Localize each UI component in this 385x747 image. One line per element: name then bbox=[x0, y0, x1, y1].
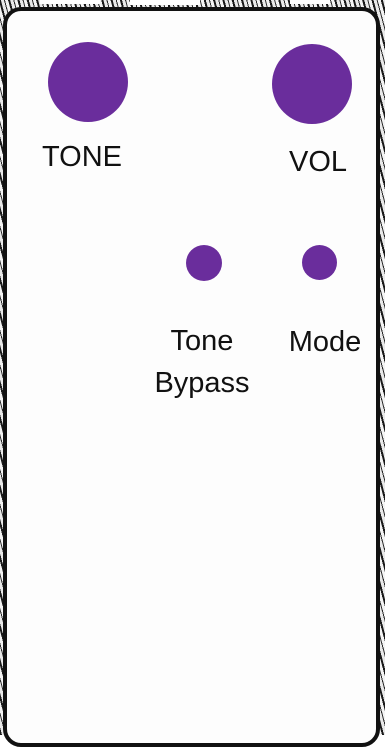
mode-switch[interactable] bbox=[302, 245, 337, 280]
tone-knob[interactable] bbox=[48, 42, 128, 122]
tone-knob-label: TONE bbox=[41, 141, 123, 173]
vol-knob-label: VOL bbox=[288, 146, 348, 178]
tone-bypass-label-line2: Bypass bbox=[154, 367, 250, 399]
tone-bypass-switch[interactable] bbox=[186, 245, 222, 281]
vol-knob[interactable] bbox=[272, 44, 352, 124]
mode-switch-label: Mode bbox=[288, 326, 362, 358]
tone-bypass-label-line1: Tone bbox=[170, 325, 234, 357]
